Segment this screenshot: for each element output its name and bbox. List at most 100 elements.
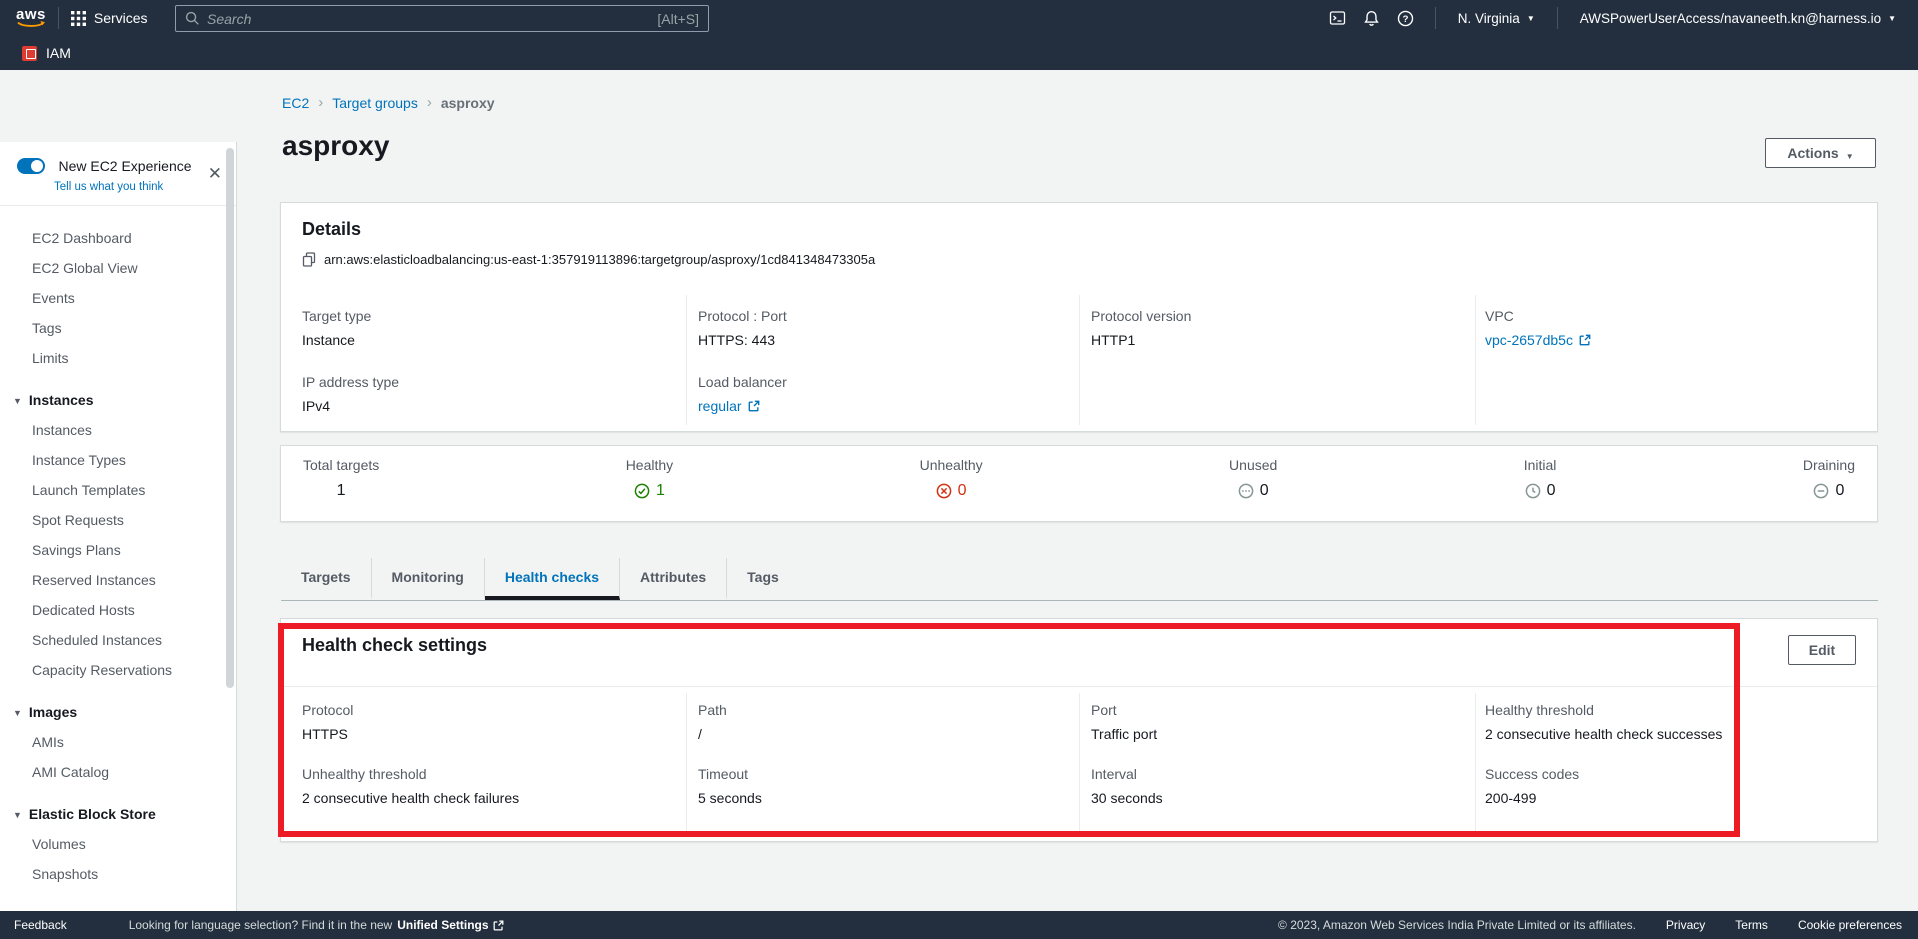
field-target-type: Target type Instance [302, 307, 371, 349]
sidebar-section-instances[interactable]: ▼Instances [0, 385, 236, 415]
sidebar-item-tags[interactable]: Tags [0, 313, 236, 343]
column-divider [1475, 693, 1476, 837]
sidebar-item-dedicated-hosts[interactable]: Dedicated Hosts [0, 595, 236, 625]
field-label: IP address type [302, 373, 399, 391]
services-menu-button[interactable]: Services [71, 10, 148, 26]
column-divider [686, 295, 687, 425]
privacy-link[interactable]: Privacy [1666, 918, 1705, 932]
sidebar-item-instances[interactable]: Instances [0, 415, 236, 445]
tab-targets[interactable]: Targets [281, 558, 372, 600]
sidebar-item-volumes[interactable]: Volumes [0, 829, 236, 859]
x-circle-icon [936, 483, 952, 499]
tab-attributes[interactable]: Attributes [620, 558, 727, 600]
search-icon [185, 11, 200, 26]
copy-icon[interactable] [302, 252, 316, 267]
sidebar-scrollbar[interactable] [226, 148, 234, 688]
clock-circle-icon [1525, 483, 1541, 499]
language-hint: Looking for language selection? Find it … [129, 918, 504, 932]
feedback-link[interactable]: Feedback [14, 918, 67, 932]
sidebar-item-capacity-reservations[interactable]: Capacity Reservations [0, 655, 236, 685]
recent-service-link[interactable]: IAM [46, 45, 71, 61]
field-success-codes: Success codes 200-499 [1485, 765, 1579, 807]
field-label: Path [698, 701, 727, 719]
link-text: regular [698, 397, 742, 415]
field-label: Load balancer [698, 373, 787, 391]
cloudshell-button[interactable] [1321, 0, 1355, 36]
edit-button[interactable]: Edit [1788, 635, 1856, 665]
console-footer: Feedback Looking for language selection?… [0, 911, 1918, 939]
sidebar-item-savings-plans[interactable]: Savings Plans [0, 535, 236, 565]
chevron-down-icon: ▼ [1888, 15, 1896, 23]
search-input[interactable] [207, 11, 657, 27]
tab-tags[interactable]: Tags [727, 558, 799, 600]
sidebar-item-amis[interactable]: AMIs [0, 727, 236, 757]
actions-button[interactable]: Actions▼ [1765, 138, 1876, 168]
vpc-link[interactable]: vpc-2657db5c [1485, 331, 1591, 349]
aws-logo-text: aws [16, 8, 46, 21]
sidebar-item-ami-catalog[interactable]: AMI Catalog [0, 757, 236, 787]
sidebar-item-ec2-global-view[interactable]: EC2 Global View [0, 253, 236, 283]
terms-link[interactable]: Terms [1735, 918, 1768, 932]
sidebar-item-snapshots[interactable]: Snapshots [0, 859, 236, 889]
aws-console-window: aws Services [Alt+S] [0, 0, 1918, 939]
sidebar-nav: EC2 Dashboard EC2 Global View Events Tag… [0, 206, 236, 889]
notifications-button[interactable] [1355, 0, 1389, 36]
sidebar-item-scheduled-instances[interactable]: Scheduled Instances [0, 625, 236, 655]
language-hint-text: Looking for language selection? Find it … [129, 918, 393, 932]
field-healthy-threshold: Healthy threshold 2 consecutive health c… [1485, 701, 1722, 743]
sidebar-section-elastic-block-store[interactable]: ▼Elastic Block Store [0, 799, 236, 829]
close-icon[interactable]: ✕ [208, 164, 222, 184]
field-unhealthy-threshold: Unhealthy threshold 2 consecutive health… [302, 765, 519, 807]
services-grid-icon [71, 11, 86, 26]
sidebar-section-images[interactable]: ▼Images [0, 697, 236, 727]
new-experience-toggle[interactable] [17, 158, 45, 174]
nav-utilities: ? N. Virginia ▼ AWSPowerUserAccess/navan… [1321, 0, 1906, 36]
load-balancer-link[interactable]: regular [698, 397, 760, 415]
sidebar-item-instance-types[interactable]: Instance Types [0, 445, 236, 475]
copyright-text: © 2023, Amazon Web Services India Privat… [1278, 918, 1636, 932]
region-label: N. Virginia [1458, 11, 1520, 26]
account-menu[interactable]: AWSPowerUserAccess/navaneeth.kn@harness.… [1570, 0, 1906, 36]
field-label: Target type [302, 307, 371, 325]
tab-monitoring[interactable]: Monitoring [372, 558, 485, 600]
account-label: AWSPowerUserAccess/navaneeth.kn@harness.… [1580, 11, 1881, 26]
cookie-preferences-link[interactable]: Cookie preferences [1798, 918, 1902, 932]
sidebar-item-events[interactable]: Events [0, 283, 236, 313]
help-button[interactable]: ? [1389, 0, 1423, 36]
sidebar-item-spot-requests[interactable]: Spot Requests [0, 505, 236, 535]
chevron-down-icon: ▼ [1846, 152, 1854, 161]
summary-draining: Draining 0 [1803, 457, 1855, 521]
summary-value: 0 [958, 482, 967, 500]
ec2-sidebar: New EC2 Experience Tell us what you thin… [0, 142, 237, 911]
field-value: 200-499 [1485, 789, 1579, 807]
field-port: Port Traffic port [1091, 701, 1157, 743]
tab-health-checks[interactable]: Health checks [485, 558, 620, 600]
region-selector[interactable]: N. Virginia ▼ [1448, 0, 1545, 36]
target-group-arn: arn:aws:elasticloadbalancing:us-east-1:3… [324, 252, 875, 267]
breadcrumb-target-groups-link[interactable]: Target groups [332, 95, 418, 111]
unified-settings-link[interactable]: Unified Settings [397, 918, 503, 932]
breadcrumb-chevron-icon: › [318, 94, 323, 111]
aws-logo[interactable]: aws [16, 8, 46, 29]
sidebar-item-ec2-dashboard[interactable]: EC2 Dashboard [0, 223, 236, 253]
column-divider [686, 693, 687, 837]
sidebar-item-launch-templates[interactable]: Launch Templates [0, 475, 236, 505]
new-experience-panel: New EC2 Experience Tell us what you thin… [0, 142, 236, 206]
field-path: Path / [698, 701, 727, 743]
field-value: / [698, 725, 727, 743]
field-protocol-version: Protocol version HTTP1 [1091, 307, 1191, 349]
summary-value: 0 [1835, 482, 1844, 500]
field-label: VPC [1485, 307, 1591, 325]
section-title: Instances [29, 392, 94, 408]
breadcrumb-ec2-link[interactable]: EC2 [282, 95, 309, 111]
field-value: 2 consecutive health check failures [302, 789, 519, 807]
sidebar-item-reserved-instances[interactable]: Reserved Instances [0, 565, 236, 595]
bell-icon [1363, 10, 1380, 27]
tell-us-link[interactable]: Tell us what you think [54, 181, 220, 193]
summary-label: Draining [1803, 457, 1855, 473]
field-value: Traffic port [1091, 725, 1157, 743]
field-value: IPv4 [302, 397, 399, 415]
sidebar-item-limits[interactable]: Limits [0, 343, 236, 373]
link-text: Unified Settings [397, 918, 488, 932]
external-link-icon [493, 920, 504, 931]
